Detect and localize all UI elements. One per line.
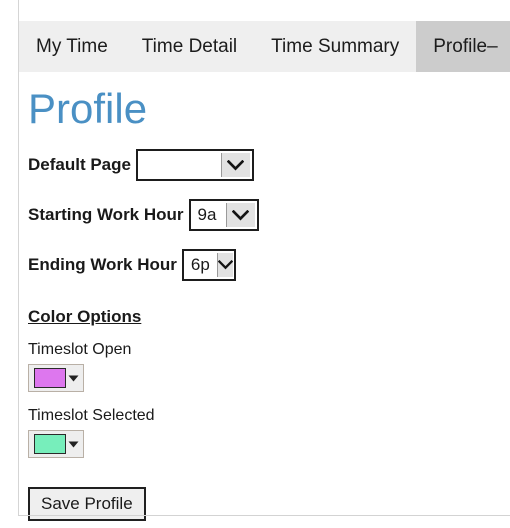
timeslot-open-color-picker[interactable] — [28, 364, 84, 393]
timeslot-open-color-swatch — [34, 368, 66, 389]
ending-work-hour-row: Ending Work Hour 6p — [19, 249, 510, 282]
timeslot-open-group: Timeslot Open — [19, 341, 510, 393]
caret-down-icon — [66, 375, 80, 382]
profile-page: My Time Time Detail Time Summary Profile… — [0, 0, 510, 528]
starting-work-hour-label: Starting Work Hour — [28, 205, 184, 225]
tab-profile[interactable]: Profile– — [416, 21, 510, 72]
default-page-label: Default Page — [28, 155, 131, 175]
tab-label: Time Summary — [271, 36, 400, 57]
timeslot-selected-group: Timeslot Selected — [19, 407, 510, 459]
page-title: Profile — [28, 85, 148, 132]
chevron-down-icon — [220, 153, 250, 178]
default-page-row: Default Page — [19, 149, 510, 182]
timeslot-selected-label: Timeslot Selected — [28, 407, 155, 425]
timeslot-selected-color-swatch — [34, 434, 66, 455]
timeslot-selected-color-picker[interactable] — [28, 430, 84, 459]
starting-work-hour-row: Starting Work Hour 9a — [19, 199, 510, 232]
tab-time-detail[interactable]: Time Detail — [125, 21, 254, 72]
timeslot-open-label: Timeslot Open — [28, 341, 132, 359]
profile-content: Profile Default Page Starting Work Hour … — [19, 72, 510, 522]
caret-down-icon — [66, 441, 80, 448]
chevron-down-icon — [216, 253, 233, 278]
ending-work-hour-select[interactable]: 6p — [181, 249, 236, 282]
chevron-down-icon — [225, 203, 255, 228]
bottom-border-rule — [18, 515, 510, 516]
color-options-heading: Color Options — [28, 307, 142, 327]
default-page-select[interactable] — [135, 149, 254, 182]
tab-label: Time Detail — [141, 36, 238, 57]
tab-label: Profile– — [433, 36, 498, 57]
default-page-value — [138, 151, 221, 179]
tab-bar: My Time Time Detail Time Summary Profile… — [19, 21, 510, 72]
tab-my-time[interactable]: My Time — [19, 21, 125, 72]
ending-work-hour-label: Ending Work Hour — [28, 255, 177, 275]
tab-time-summary[interactable]: Time Summary — [254, 21, 416, 72]
starting-work-hour-select[interactable]: 9a — [188, 199, 259, 232]
tab-label: My Time — [36, 36, 108, 57]
ending-work-hour-value: 6p — [190, 255, 210, 275]
starting-work-hour-value: 9a — [197, 205, 217, 225]
